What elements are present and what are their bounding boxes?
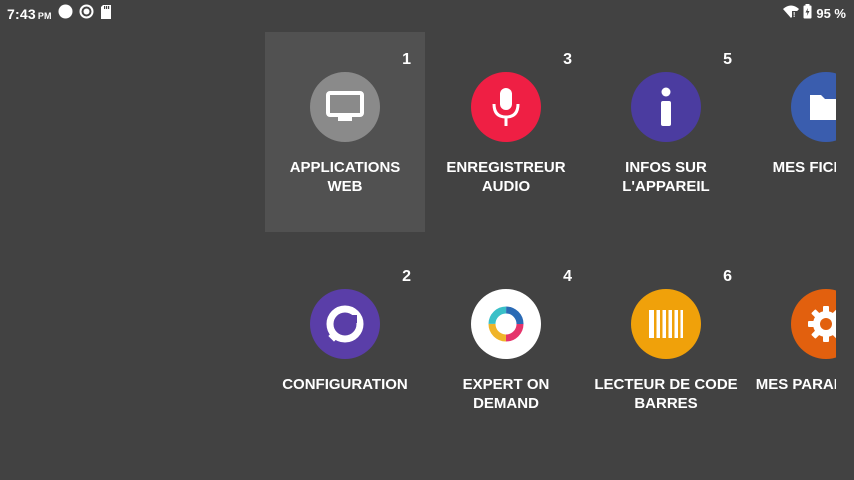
- app-label: EXPERT ON DEMAND: [462, 376, 550, 412]
- app-tile-device-info[interactable]: 5 INFOS SUR L'APPAREIL: [586, 32, 746, 232]
- wrench-icon: [310, 289, 380, 359]
- shortcut-number: 4: [563, 268, 572, 285]
- monitor-icon: [310, 72, 380, 142]
- app-label: CONFIGURATION: [282, 376, 408, 393]
- folder-icon: [791, 72, 836, 142]
- shortcut-number: 2: [402, 268, 411, 285]
- app-label: MES PARAMÈTRES: [755, 376, 836, 393]
- barcode-icon: [631, 289, 701, 359]
- microphone-icon: [471, 72, 541, 142]
- app-tile-my-files[interactable]: MES FICHIERS: [746, 32, 836, 232]
- gear-icon: [791, 289, 836, 359]
- app-label: LECTEUR DE CODE BARRES: [594, 376, 738, 412]
- expert-ring-icon: [471, 289, 541, 359]
- app-tile-my-settings[interactable]: MES PARAMÈTRES: [746, 249, 836, 449]
- shortcut-number: 3: [563, 51, 572, 68]
- app-tile-audio-recorder[interactable]: 3 ENREGISTREUR AUDIO: [426, 32, 586, 232]
- app-tile-web-apps[interactable]: 1 APPLICATIONS WEB: [265, 32, 425, 232]
- app-tile-configuration[interactable]: 2 CONFIGURATION: [265, 249, 425, 449]
- app-grid: 1 APPLICATIONS WEB 3 ENREGISTREUR AUDIO …: [0, 0, 836, 480]
- app-tile-expert-on-demand[interactable]: 4 EXPERT ON DEMAND: [426, 249, 586, 449]
- app-label: ENREGISTREUR AUDIO: [446, 159, 566, 195]
- app-label: INFOS SUR L'APPAREIL: [622, 159, 710, 195]
- shortcut-number: 5: [723, 51, 732, 68]
- app-label: APPLICATIONS WEB: [289, 159, 401, 195]
- shortcut-number: 6: [723, 268, 732, 285]
- shortcut-number: 1: [402, 51, 411, 68]
- app-tile-barcode-reader[interactable]: 6 LECTEUR DE CODE BARRES: [586, 249, 746, 449]
- info-icon: [631, 72, 701, 142]
- app-label: MES FICHIERS: [772, 159, 836, 176]
